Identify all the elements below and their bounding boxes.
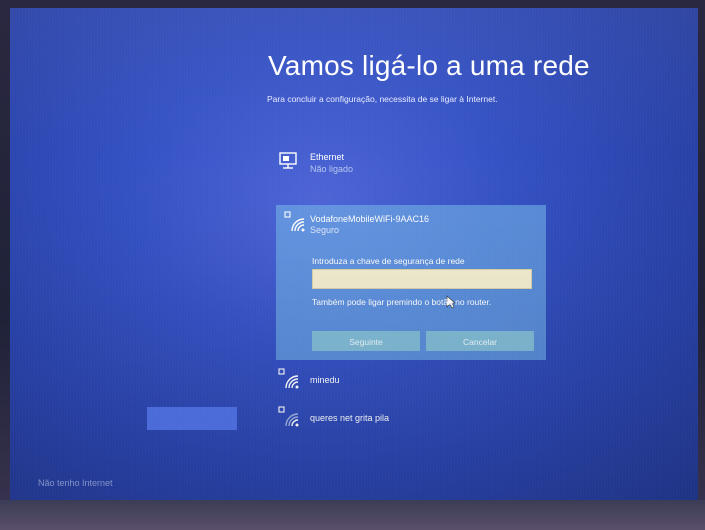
page-subtitle: Para concluir a configuração, necessita … (267, 94, 498, 104)
network-item-queres-net-grita-pila[interactable]: queres net grita pila (278, 406, 548, 430)
network-name: VodafoneMobileWiFi-9AAC16 (310, 214, 430, 224)
oobe-screen: Vamos ligá-lo a uma rede Para concluir a… (10, 8, 698, 500)
network-item-minedu[interactable]: minedu (278, 368, 548, 392)
network-status: Não ligado (310, 164, 354, 174)
next-button[interactable]: Seguinte (312, 331, 420, 351)
wifi-secured-icon (284, 211, 305, 232)
page-title: Vamos ligá-lo a uma rede (268, 50, 590, 81)
security-key-label: Introduza a chave de segurança de rede (312, 256, 465, 266)
network-name: Ethernet (310, 152, 345, 162)
ethernet-icon (279, 152, 297, 169)
monitor-bezel-bottom (0, 500, 705, 530)
focus-highlight-block (147, 407, 237, 430)
router-button-hint: Também pode ligar premindo o botão no ro… (312, 297, 492, 307)
wifi-secured-icon (278, 368, 299, 389)
wifi-secured-icon (278, 406, 299, 427)
no-internet-link[interactable]: Não tenho Internet (38, 478, 113, 488)
network-item-vodafone-selected[interactable]: VodafoneMobileWiFi-9AAC16 Seguro Introdu… (276, 205, 546, 360)
cancel-button[interactable]: Cancelar (426, 331, 534, 351)
network-name: queres net grita pila (310, 413, 390, 423)
network-name: minedu (310, 375, 340, 385)
network-item-ethernet[interactable]: Ethernet Não ligado (278, 150, 548, 182)
network-status: Seguro (310, 225, 340, 235)
security-key-input[interactable] (312, 269, 532, 289)
